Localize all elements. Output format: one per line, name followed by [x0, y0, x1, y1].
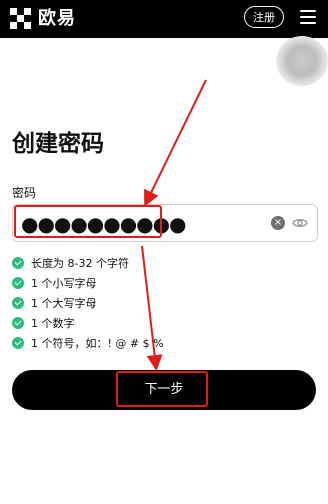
arrow-to-password-field: [144, 79, 207, 207]
annotation-arrows: [141, 79, 207, 371]
arrow-to-next-button: [141, 245, 163, 371]
